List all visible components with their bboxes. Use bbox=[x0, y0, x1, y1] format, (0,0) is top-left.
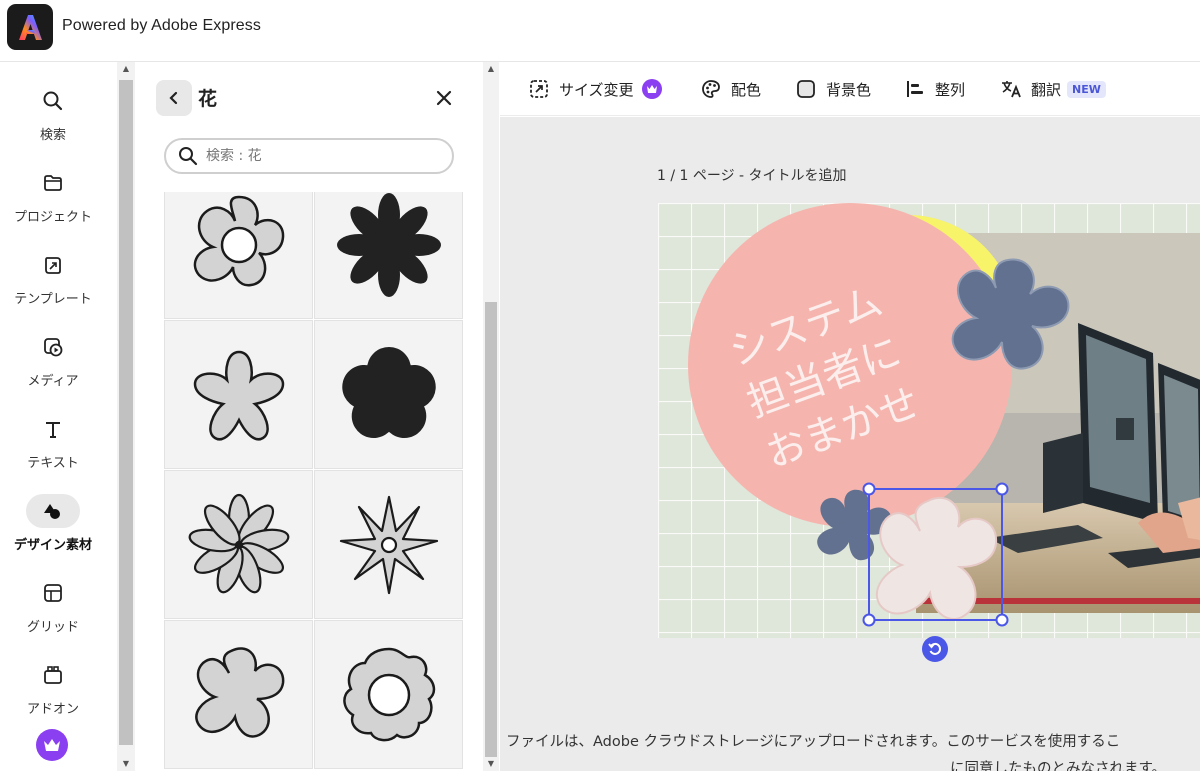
scroll-up-arrow[interactable]: ▲ bbox=[117, 64, 135, 73]
flower-black-eight-petal-icon bbox=[336, 192, 441, 297]
rail-item-projects[interactable]: プロジェクト bbox=[0, 166, 106, 246]
rail-label: デザイン素材 bbox=[13, 538, 92, 553]
media-icon bbox=[26, 330, 80, 364]
flower-tile[interactable] bbox=[164, 620, 313, 769]
template-icon bbox=[26, 248, 80, 282]
align-left-icon bbox=[904, 78, 926, 100]
rail-label: メディア bbox=[27, 374, 79, 389]
daisy-outline-icon bbox=[188, 493, 289, 593]
text-icon bbox=[26, 412, 80, 446]
align-button[interactable]: 整列 bbox=[904, 76, 965, 102]
translate-label: 翻訳 bbox=[1031, 80, 1062, 99]
app-header: Powered by Adobe Express bbox=[0, 0, 1200, 62]
align-label: 整列 bbox=[935, 80, 966, 99]
panel-title: 花 bbox=[198, 88, 218, 110]
rail-item-search[interactable]: 検索 bbox=[0, 84, 106, 164]
flower-grid bbox=[164, 192, 464, 771]
footer-note: ファイルは、Adobe クラウドストレージにアップロードされます。このサービスを… bbox=[506, 734, 1121, 750]
resize-label: サイズ変更 bbox=[559, 80, 634, 99]
page-label[interactable]: 1 / 1 ページ - タイトルを追加 bbox=[657, 165, 847, 185]
rail-scrollbar[interactable]: ▲ ▼ bbox=[117, 62, 135, 771]
color-label: 配色 bbox=[731, 80, 762, 99]
background-label: 背景色 bbox=[826, 80, 872, 99]
scrollbar-thumb[interactable] bbox=[485, 302, 497, 757]
flower-outline-star-icon bbox=[193, 350, 284, 441]
chevron-left-icon bbox=[169, 91, 178, 105]
palette-icon bbox=[700, 78, 722, 100]
flower-tile[interactable] bbox=[164, 192, 313, 319]
rail-label: 検索 bbox=[39, 128, 66, 143]
flower-outline-ring-icon bbox=[193, 195, 284, 286]
canvas-toolbar: サイズ変更 配色 背景色 整列 翻訳 NEW bbox=[500, 62, 1200, 116]
star-flower-outline-icon bbox=[339, 495, 438, 594]
app-title: Powered by Adobe Express bbox=[62, 17, 261, 34]
scrollbar-thumb[interactable] bbox=[119, 80, 133, 745]
rail-label: テキスト bbox=[27, 456, 79, 471]
design-elements-icon bbox=[26, 494, 80, 528]
close-button[interactable] bbox=[432, 86, 456, 110]
grid-icon bbox=[26, 576, 80, 610]
resize-button[interactable]: サイズ変更 bbox=[528, 76, 662, 102]
rail-item-templates[interactable]: テンプレート bbox=[0, 248, 106, 328]
panel-scrollbar[interactable]: ▲ ▼ bbox=[483, 62, 499, 771]
rail-item-addons[interactable]: アドオン bbox=[0, 658, 106, 738]
design-artwork: システム 担当者に おまかせ bbox=[658, 203, 1200, 638]
rotate-handle[interactable] bbox=[922, 636, 948, 662]
flower-outline-five-petal-icon bbox=[194, 646, 284, 738]
adobe-express-logo[interactable] bbox=[7, 4, 53, 50]
rail-label: グリッド bbox=[26, 620, 79, 635]
canvas-area: 1 / 1 ページ - タイトルを追加 システム 担当者に おまかせ ファイルは… bbox=[500, 117, 1200, 771]
new-badge: NEW bbox=[1067, 80, 1106, 98]
addon-icon bbox=[26, 658, 80, 692]
flower-tile[interactable] bbox=[314, 320, 463, 469]
artboard[interactable]: システム 担当者に おまかせ bbox=[658, 203, 1200, 638]
flower-tile[interactable] bbox=[164, 320, 313, 469]
folder-icon bbox=[26, 166, 80, 200]
search-icon bbox=[179, 147, 198, 166]
translate-icon bbox=[1000, 78, 1022, 100]
rail-item-grid[interactable]: グリッド bbox=[0, 576, 106, 656]
search-input[interactable] bbox=[206, 148, 436, 164]
resize-icon bbox=[528, 78, 550, 100]
background-color-button[interactable]: 背景色 bbox=[795, 76, 871, 102]
rotate-icon bbox=[928, 642, 942, 655]
rail-label: プロジェクト bbox=[13, 210, 92, 225]
flower-tile[interactable] bbox=[314, 470, 463, 619]
flower-tile[interactable] bbox=[314, 192, 463, 319]
scroll-down-arrow[interactable]: ▼ bbox=[117, 759, 135, 768]
background-swatch-icon bbox=[795, 78, 817, 100]
crown-icon[interactable] bbox=[36, 729, 68, 761]
footer-note-2: に同意したものとみなされます。 bbox=[950, 761, 1167, 771]
search-field[interactable] bbox=[164, 138, 454, 174]
rail-label: アドオン bbox=[26, 702, 79, 717]
rail-item-design-elements[interactable]: デザイン素材 bbox=[0, 494, 106, 574]
scroll-up-arrow[interactable]: ▲ bbox=[483, 64, 499, 73]
rail-item-media[interactable]: メディア bbox=[0, 330, 106, 410]
back-button[interactable] bbox=[156, 80, 192, 116]
flower-black-five-petal-icon bbox=[341, 346, 436, 438]
crown-icon bbox=[641, 79, 662, 99]
scroll-down-arrow[interactable]: ▼ bbox=[483, 759, 499, 768]
flower-scalloped-ring-icon bbox=[342, 647, 435, 741]
rail-item-text[interactable]: テキスト bbox=[0, 412, 106, 492]
left-rail: 検索 プロジェクト テンプレート メディア テキスト デザイン素材 グリッド ア… bbox=[0, 62, 116, 771]
search-icon bbox=[26, 84, 80, 118]
rail-label: テンプレート bbox=[14, 292, 92, 307]
flower-tile[interactable] bbox=[314, 620, 463, 769]
translate-button[interactable]: 翻訳 NEW bbox=[1000, 76, 1106, 102]
color-button[interactable]: 配色 bbox=[700, 76, 761, 102]
flower-tile[interactable] bbox=[164, 470, 313, 619]
elements-panel: 花 bbox=[136, 62, 482, 771]
close-icon bbox=[436, 90, 452, 106]
